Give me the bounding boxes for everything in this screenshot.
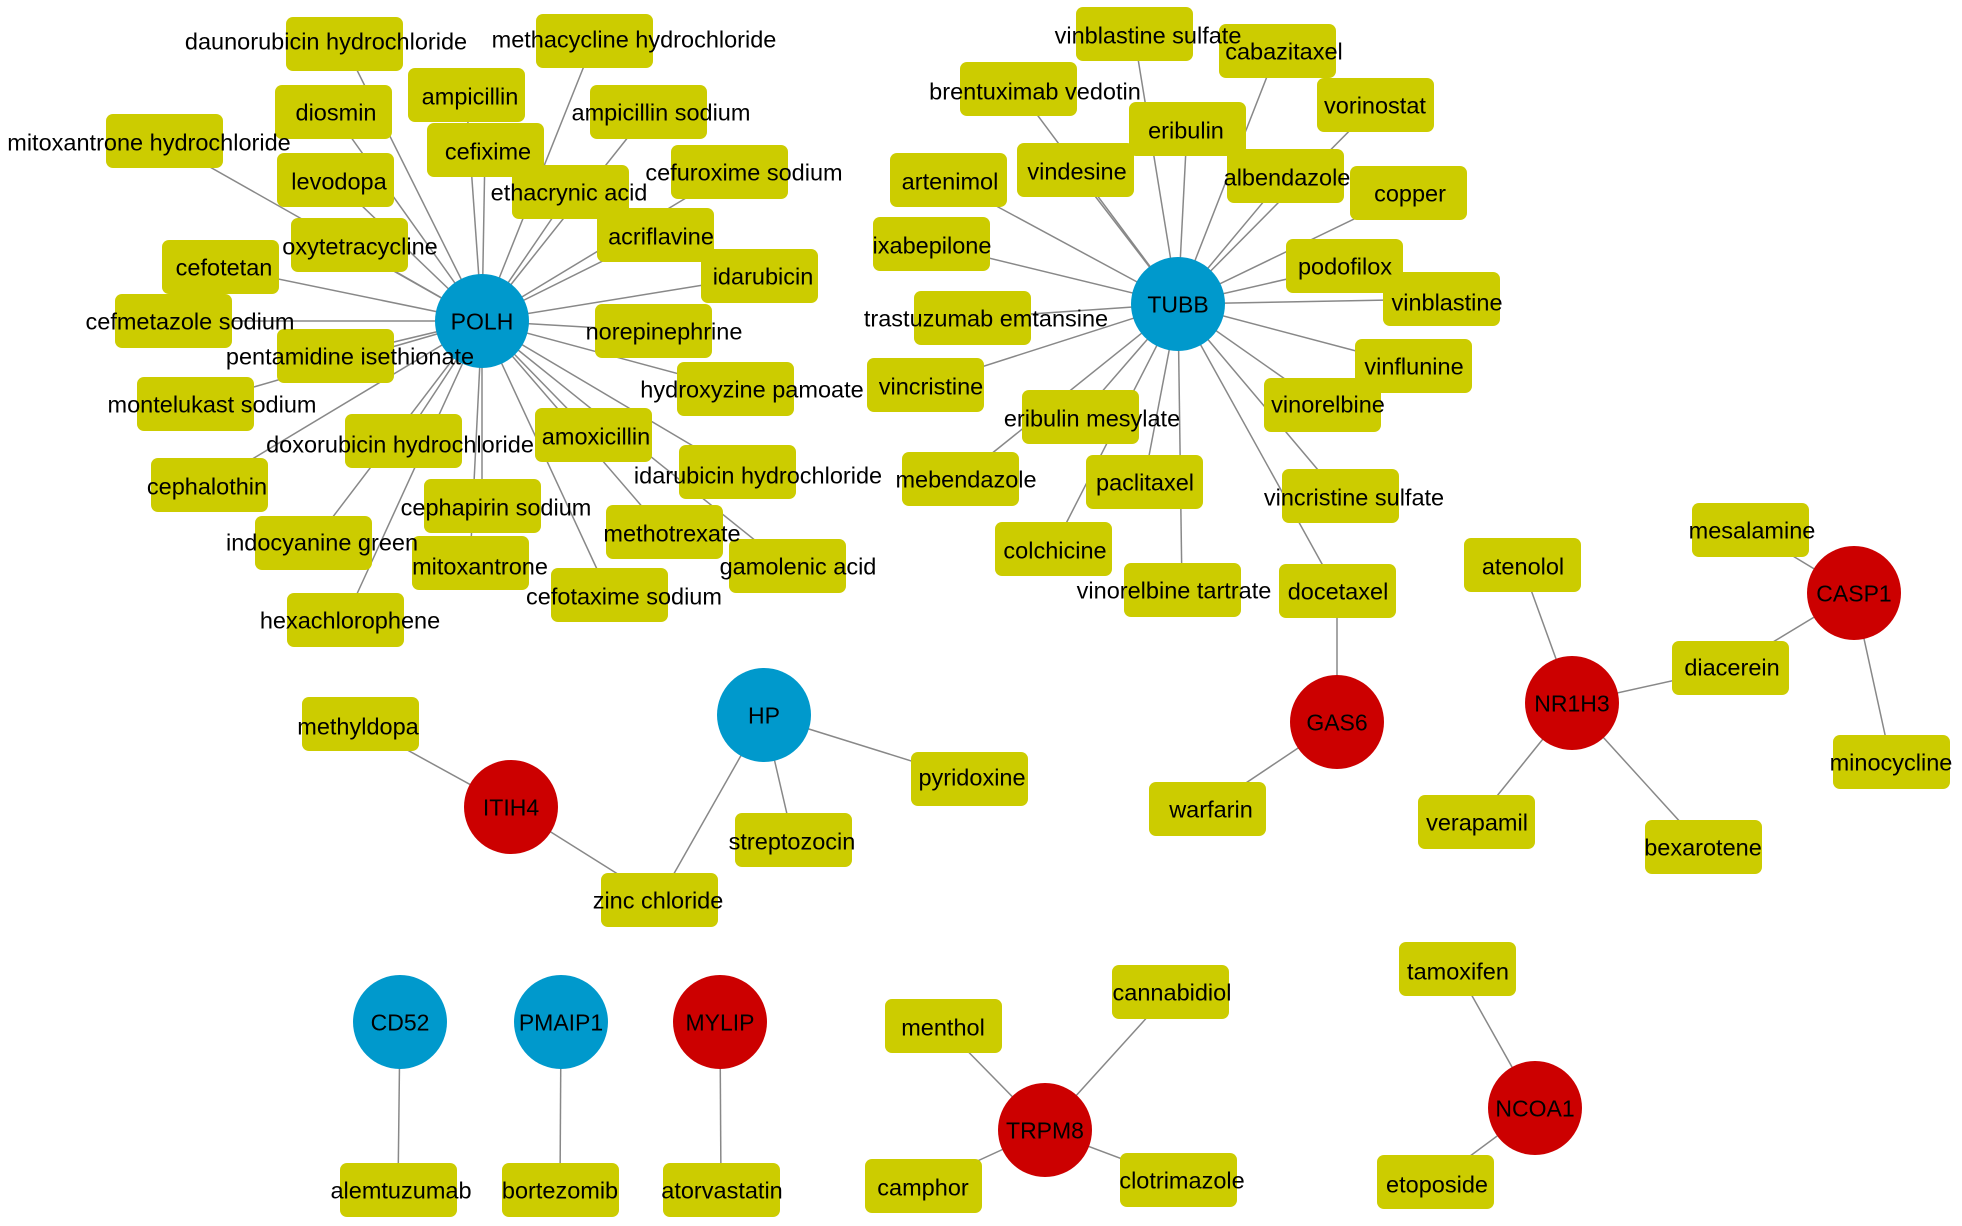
drug-label: methotrexate (603, 520, 741, 547)
gene-label: POLH (450, 308, 514, 335)
drug-label: vindesine (1027, 158, 1127, 185)
drug-label: zinc chloride (592, 887, 724, 914)
drug-label: vincristine (878, 373, 984, 400)
drug-label: tamoxifen (1407, 958, 1509, 985)
gene-label: CASP1 (1816, 580, 1892, 607)
drug-label: vinblastine sulfate (1054, 22, 1242, 49)
drug-label: hexachlorophene (259, 607, 441, 634)
drug-label: mebendazole (895, 466, 1037, 493)
drug-label: eribulin (1148, 117, 1224, 144)
drug-label: acriflavine (608, 223, 714, 250)
drug-label: trastuzumab emtansine (863, 305, 1109, 332)
drug-label: ampicillin sodium (571, 99, 751, 126)
drug-label: atorvastatin (661, 1177, 783, 1204)
gene-label: CD52 (370, 1009, 430, 1036)
drug-label: idarubicin (712, 263, 814, 290)
drug-label: amoxicillin (541, 423, 651, 450)
drug-label: mitoxantrone (412, 553, 548, 580)
drug-label: cefixime (444, 138, 532, 165)
drug-label: diacerein (1684, 654, 1780, 681)
drug-label: cephapirin sodium (400, 494, 592, 521)
drug-label: vinblastine (1391, 289, 1503, 316)
drug-label: bexarotene (1644, 834, 1762, 861)
gene-label: GAS6 (1306, 709, 1368, 736)
drug-label: cabazitaxel (1225, 38, 1343, 65)
gene-label: NR1H3 (1534, 690, 1610, 717)
drug-label: pyridoxine (918, 764, 1026, 791)
drug-label: pentamidine isethionate (225, 343, 475, 370)
drug-label: warfarin (1169, 796, 1253, 823)
gene-label: MYLIP (685, 1009, 755, 1036)
drug-label: mitoxantrone hydrochloride (7, 129, 291, 156)
drug-label: methyldopa (297, 713, 419, 740)
drug-label: camphor (877, 1174, 969, 1201)
drug-label: cannabidiol (1112, 979, 1232, 1006)
drug-label: indocyanine green (225, 529, 419, 556)
drug-label: podofilox (1297, 253, 1393, 280)
drug-label: cephalothin (146, 473, 268, 500)
drug-label: minocycline (1829, 749, 1953, 776)
drug-label: norepinephrine (585, 318, 743, 345)
labels-layer: daunorubicin hydrochloride methacycline h… (0, 0, 1962, 1226)
drug-label: clotrimazole (1119, 1167, 1245, 1194)
gene-label: ITIH4 (482, 794, 540, 821)
drug-label: vincristine sulfate (1263, 484, 1445, 511)
drug-label: alemtuzumab (330, 1177, 472, 1204)
gene-label: HP (748, 702, 780, 729)
drug-label: methacycline hydrochloride (491, 26, 777, 53)
drug-label: ethacrynic acid (490, 179, 648, 206)
gene-label: NCOA1 (1495, 1095, 1575, 1122)
drug-label: bortezomib (501, 1177, 619, 1204)
drug-label: colchicine (1003, 537, 1107, 564)
drug-label: vorinostat (1324, 92, 1426, 119)
drug-label: brentuximab vedotin (929, 78, 1141, 105)
drug-label: verapamil (1426, 809, 1528, 836)
drug-label: cefotetan (175, 254, 273, 281)
drug-label: cefmetazole sodium (85, 308, 295, 335)
drug-label: ixabepilone (872, 232, 992, 259)
drug-label: diosmin (295, 99, 377, 126)
drug-label: doxorubicin hydrochloride (266, 431, 534, 458)
drug-label: paclitaxel (1096, 469, 1194, 496)
drug-label: docetaxel (1287, 578, 1389, 605)
drug-label: artenimol (901, 168, 999, 195)
drug-label: streptozocin (728, 828, 856, 855)
drug-gene-network: daunorubicin hydrochloride methacycline h… (0, 0, 1962, 1226)
gene-label: PMAIP1 (518, 1009, 604, 1036)
drug-label: hydroxyzine pamoate (640, 376, 864, 403)
drug-label: vinorelbine tartrate (1076, 577, 1272, 604)
drug-label: vinflunine (1364, 353, 1464, 380)
drug-label: eribulin mesylate (1003, 405, 1181, 432)
drug-label: menthol (901, 1014, 985, 1041)
drug-label: cefotaxime sodium (526, 583, 722, 610)
drug-label: ampicillin (421, 83, 519, 110)
drug-label: atenolol (1481, 553, 1565, 580)
drug-label: daunorubicin hydrochloride (184, 28, 468, 55)
gene-label: TUBB (1147, 291, 1209, 318)
drug-label: oxytetracycline (282, 233, 438, 260)
drug-label: gamolenic acid (719, 553, 877, 580)
drug-label: cefuroxime sodium (645, 159, 843, 186)
drug-label: montelukast sodium (107, 391, 317, 418)
drug-label: idarubicin hydrochloride (633, 462, 883, 489)
gene-label: TRPM8 (1006, 1117, 1084, 1144)
drug-label: copper (1374, 180, 1446, 207)
drug-label: etoposide (1386, 1171, 1488, 1198)
drug-label: levodopa (291, 168, 387, 195)
drug-label: albendazole (1223, 164, 1351, 191)
drug-label: mesalamine (1688, 517, 1816, 544)
drug-label: vinorelbine (1271, 391, 1385, 418)
